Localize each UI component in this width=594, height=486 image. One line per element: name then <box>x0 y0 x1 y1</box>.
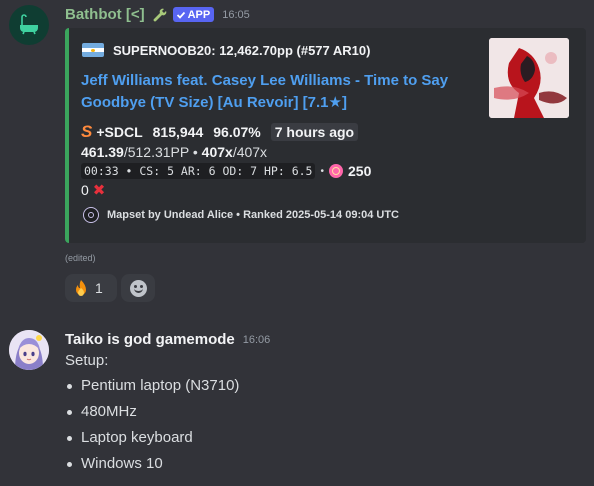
checkmark-icon <box>176 11 185 19</box>
add-reaction-button[interactable] <box>121 274 155 302</box>
footer-text: Mapset by Undead Alice • Ranked 2025-05-… <box>107 209 399 221</box>
osu-icon <box>83 207 99 223</box>
pp-line: 461.39/512.31PP • 407x/407x <box>81 144 267 160</box>
embed-author[interactable]: SUPERNOOB20: 12,462.70pp (#577 AR10) <box>113 43 370 58</box>
misses-line: 0 ✖ <box>81 181 105 199</box>
wrench-icon <box>153 8 166 21</box>
beatmap-thumbnail[interactable] <box>489 38 569 118</box>
score-value: 815,944 <box>152 124 204 140</box>
embed-title-link[interactable]: Jeff Williams feat. Casey Lee Williams -… <box>81 70 461 114</box>
timestamp[interactable]: 16:06 <box>243 334 271 346</box>
anime-avatar-image <box>9 330 49 370</box>
add-reaction-icon <box>129 279 147 297</box>
bot-avatar[interactable] <box>9 5 49 45</box>
score-embed: SUPERNOOB20: 12,462.70pp (#577 AR10) Jef… <box>65 28 586 243</box>
miss-count: 0 <box>81 182 89 198</box>
bot-username[interactable]: Bathbot [<] <box>65 6 145 23</box>
mods: +SDCL <box>96 124 143 140</box>
max-combo-icon <box>329 164 343 178</box>
rank-icon: S <box>81 122 93 141</box>
miss-icon: ✖ <box>92 182 106 199</box>
bullet: • <box>320 165 324 177</box>
combo-max: /407x <box>232 144 268 160</box>
list-item: 480MHz <box>66 403 239 429</box>
fire-icon <box>76 280 86 296</box>
embed-footer: Mapset by Undead Alice • Ranked 2025-05-… <box>83 207 399 223</box>
edited-label: (edited) <box>65 253 96 263</box>
reaction-count: 1 <box>95 280 103 296</box>
time-ago[interactable]: 7 hours ago <box>270 123 359 141</box>
message-text: Setup: <box>65 352 109 369</box>
bot-message-header: Bathbot [<] APP 16:05 <box>65 6 250 23</box>
user-message-header: Taiko is god gamemode 16:06 <box>65 331 270 348</box>
timestamp[interactable]: 16:05 <box>222 9 250 21</box>
list-item: Windows 10 <box>66 455 239 481</box>
bathtub-icon <box>20 14 38 35</box>
score-line: S +SDCL 815,944 96.07% 7 hours ago <box>81 122 359 142</box>
user-avatar[interactable] <box>9 330 49 370</box>
pp-value: 461.39 <box>81 144 124 160</box>
pp-max: /512.31PP <box>123 144 189 160</box>
app-badge-label: APP <box>187 8 211 21</box>
accuracy: 96.07% <box>213 124 261 140</box>
app-badge: APP <box>172 7 215 22</box>
beatmap-cover-art <box>489 38 569 118</box>
max-combo-value: 250 <box>348 163 372 179</box>
user-username[interactable]: Taiko is god gamemode <box>65 331 235 348</box>
map-stats-line: 00:33 • CS: 5 AR: 6 OD: 7 HP: 6.5 • 250 <box>81 163 371 179</box>
separator: • <box>188 144 202 160</box>
reaction-fire[interactable]: 1 <box>65 274 117 302</box>
map-stats-code: 00:33 • CS: 5 AR: 6 OD: 7 HP: 6.5 <box>81 163 316 179</box>
combo-value: 407x <box>201 144 233 160</box>
list-item: Laptop keyboard <box>66 429 239 455</box>
setup-list: Pentium laptop (N3710) 480MHz Laptop key… <box>66 377 239 481</box>
list-item: Pentium laptop (N3710) <box>66 377 239 403</box>
argentina-flag-icon <box>82 43 104 57</box>
